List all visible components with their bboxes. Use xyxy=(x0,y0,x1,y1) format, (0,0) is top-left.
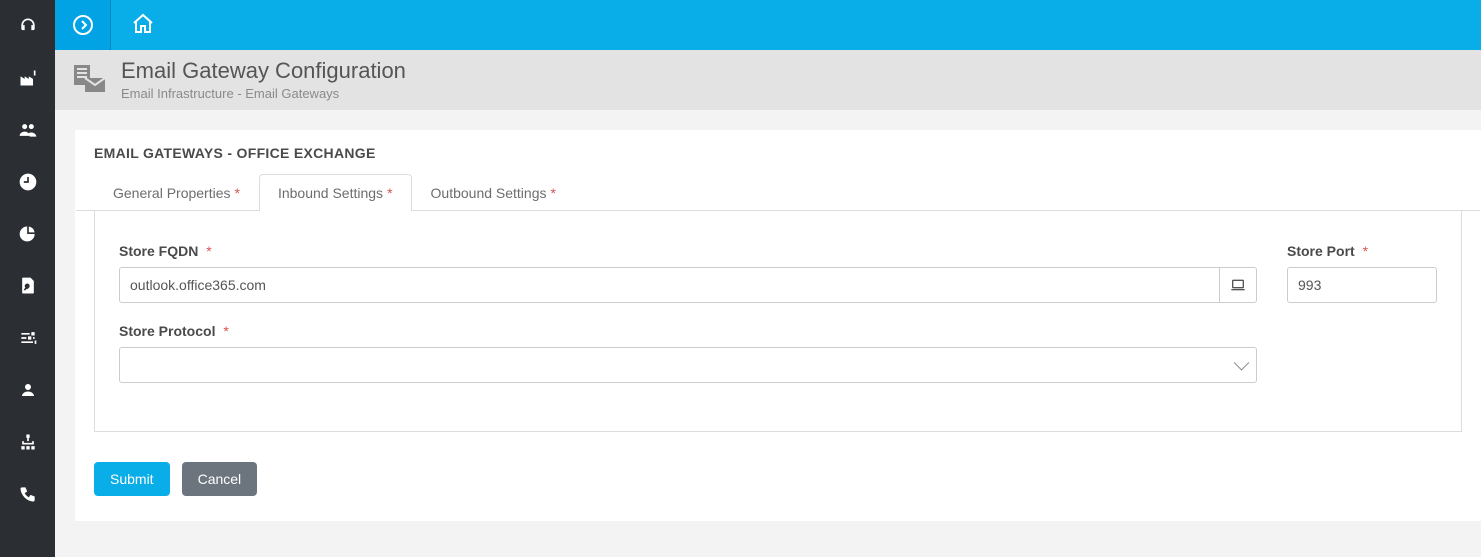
store-port-label: Store Port * xyxy=(1287,243,1437,259)
piechart-icon xyxy=(18,224,38,244)
sidebar-item-docsearch[interactable] xyxy=(0,260,55,312)
sidebar-item-users[interactable] xyxy=(0,104,55,156)
laptop-addon[interactable] xyxy=(1220,267,1257,303)
tab-body: Store FQDN * Store Port xyxy=(94,211,1462,432)
tab-label: Inbound Settings xyxy=(278,185,383,201)
store-fqdn-input[interactable] xyxy=(119,267,1220,303)
sidebar-item-headset[interactable] xyxy=(0,0,55,52)
docsearch-icon xyxy=(18,276,38,296)
button-row: Submit Cancel xyxy=(76,450,1480,520)
factory-icon xyxy=(18,68,38,88)
required-marker: * xyxy=(223,323,228,339)
required-marker: * xyxy=(551,185,556,201)
cancel-button[interactable]: Cancel xyxy=(182,462,258,496)
required-marker: * xyxy=(235,185,240,201)
sidebar-item-person[interactable] xyxy=(0,364,55,416)
panel-title: EMAIL GATEWAYS - OFFICE EXCHANGE xyxy=(76,131,1480,173)
tab-label: Outbound Settings xyxy=(431,185,547,201)
collapse-toggle[interactable] xyxy=(55,0,111,50)
clock-icon xyxy=(18,172,38,192)
headset-icon xyxy=(18,16,38,36)
page-header: Email Gateway Configuration Email Infras… xyxy=(55,50,1481,110)
sidebar-item-factory[interactable] xyxy=(0,52,55,104)
required-marker: * xyxy=(206,243,211,259)
sidebar-item-orgchart[interactable] xyxy=(0,416,55,468)
tab-label: General Properties xyxy=(113,185,231,201)
home-icon xyxy=(131,12,155,36)
home-button[interactable] xyxy=(131,12,155,39)
laptop-icon xyxy=(1230,278,1246,292)
config-panel: EMAIL GATEWAYS - OFFICE EXCHANGE General… xyxy=(75,130,1481,521)
store-protocol-select[interactable] xyxy=(119,347,1257,383)
sidebar-item-sliders[interactable] xyxy=(0,312,55,364)
tabs: General Properties* Inbound Settings* Ou… xyxy=(76,173,1480,211)
topbar xyxy=(111,0,1481,50)
tab-outbound-settings[interactable]: Outbound Settings* xyxy=(412,174,575,211)
tab-general-properties[interactable]: General Properties* xyxy=(94,174,259,211)
sidebar-item-piechart[interactable] xyxy=(0,208,55,260)
store-fqdn-label: Store FQDN * xyxy=(119,243,1257,259)
person-icon xyxy=(19,380,37,400)
left-sidebar xyxy=(0,0,55,557)
phone-icon xyxy=(18,484,38,504)
orgchart-icon xyxy=(18,432,38,452)
sliders-icon xyxy=(18,328,38,348)
arrow-circle-icon xyxy=(71,13,95,37)
content-area: EMAIL GATEWAYS - OFFICE EXCHANGE General… xyxy=(55,110,1481,557)
tab-inbound-settings[interactable]: Inbound Settings* xyxy=(259,174,412,211)
required-marker: * xyxy=(1363,243,1368,259)
submit-button[interactable]: Submit xyxy=(94,462,170,496)
sidebar-item-clock[interactable] xyxy=(0,156,55,208)
page-subtitle: Email Infrastructure - Email Gateways xyxy=(121,86,406,101)
page-title: Email Gateway Configuration xyxy=(121,59,406,83)
store-port-input[interactable] xyxy=(1287,267,1437,303)
required-marker: * xyxy=(387,185,392,201)
users-icon xyxy=(17,120,39,140)
store-protocol-label: Store Protocol * xyxy=(119,323,1437,339)
email-gateway-icon xyxy=(73,64,107,96)
sidebar-item-phone[interactable] xyxy=(0,468,55,520)
